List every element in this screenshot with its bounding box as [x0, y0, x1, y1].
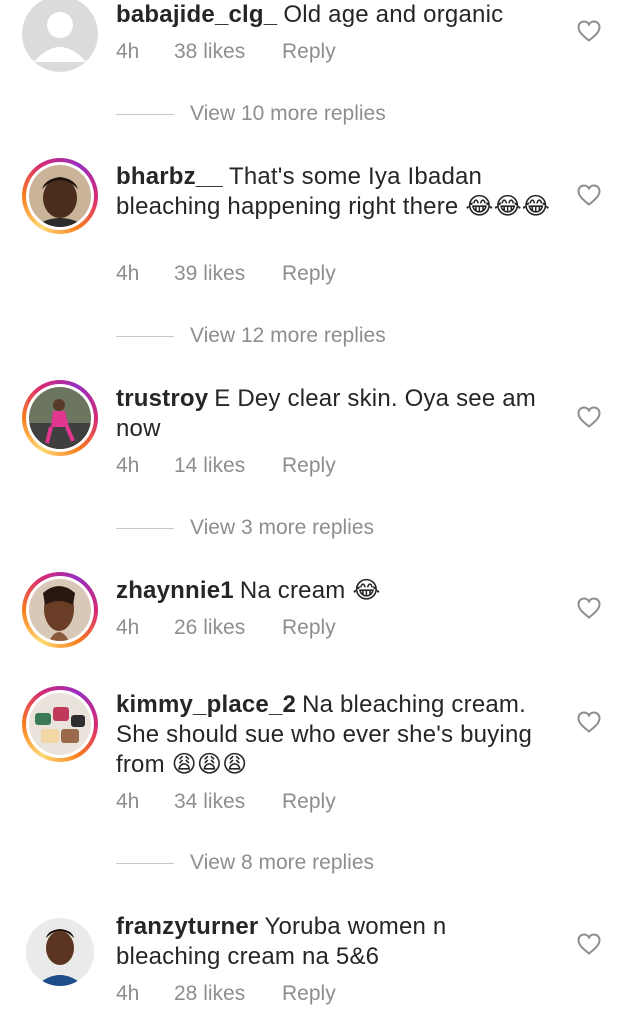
comment-body: babajide_clg_ Old age and organic [116, 0, 556, 30]
replies-divider [116, 862, 174, 864]
view-replies-button[interactable]: View 12 more replies [116, 321, 386, 351]
comment-username[interactable]: bharbz__ [116, 163, 223, 190]
comment-body: bharbz__ That's some Iya Ibadan bleaching… [116, 162, 556, 222]
avatar[interactable] [22, 380, 98, 456]
comment-time: 4h [116, 616, 140, 639]
comment-time: 4h [116, 40, 140, 63]
profile-photo [29, 693, 91, 755]
heart-outline-icon [577, 933, 601, 955]
reply-button[interactable]: Reply [282, 262, 336, 286]
like-button[interactable] [577, 711, 601, 733]
comment-body: zhaynnie1 Na cream 😂 [116, 576, 556, 606]
comment-body: kimmy_place_2 Na bleaching cream. She sho… [116, 690, 556, 780]
heart-outline-icon [577, 184, 601, 206]
profile-photo [29, 165, 91, 227]
comment-time: 4h [116, 262, 140, 285]
like-button[interactable] [577, 20, 601, 42]
comment-body: trustroy E Dey clear skin. Oya see am now [116, 384, 556, 444]
comment-meta: 4h 34 likes Reply [116, 790, 336, 814]
avatar[interactable] [22, 0, 98, 72]
replies-divider [116, 527, 174, 529]
heart-outline-icon [577, 406, 601, 428]
avatar[interactable] [22, 572, 98, 648]
profile-photo [29, 579, 91, 641]
view-replies-label: View 8 more replies [190, 851, 375, 874]
replies-divider [116, 113, 174, 115]
profile-photo [26, 918, 94, 986]
comment-meta: 4h 39 likes Reply [116, 262, 336, 286]
comment-username[interactable]: kimmy_place_2 [116, 691, 296, 718]
comment-likes[interactable]: 39 likes [174, 262, 282, 286]
heart-outline-icon [577, 20, 601, 42]
comment-likes[interactable]: 26 likes [174, 616, 282, 640]
view-replies-button[interactable]: View 10 more replies [116, 99, 386, 129]
profile-photo [29, 387, 91, 449]
comment-meta: 4h 28 likes Reply [116, 982, 336, 1006]
comment-username[interactable]: franzyturner [116, 913, 258, 940]
comments-list: babajide_clg_ Old age and organic 4h 38 li… [0, 0, 638, 1024]
like-button[interactable] [577, 184, 601, 206]
comment-likes[interactable]: 34 likes [174, 790, 282, 814]
comment-username[interactable]: trustroy [116, 385, 208, 412]
reply-button[interactable]: Reply [282, 982, 336, 1006]
comment-meta: 4h 38 likes Reply [116, 40, 336, 64]
comment-username[interactable]: babajide_clg_ [116, 1, 277, 28]
view-replies-label: View 3 more replies [190, 516, 375, 539]
view-replies-label: View 12 more replies [190, 324, 386, 347]
avatar[interactable] [22, 914, 98, 990]
view-replies-label: View 10 more replies [190, 102, 386, 125]
comment-time: 4h [116, 454, 140, 477]
default-avatar-icon [22, 0, 98, 72]
reply-button[interactable]: Reply [282, 616, 336, 640]
comment-likes[interactable]: 14 likes [174, 454, 282, 478]
replies-divider [116, 335, 174, 337]
like-button[interactable] [577, 933, 601, 955]
avatar[interactable] [22, 686, 98, 762]
comment-text: Na cream 😂 [239, 577, 381, 604]
heart-outline-icon [577, 597, 601, 619]
comment-username[interactable]: zhaynnie1 [116, 577, 234, 604]
comment-meta: 4h 26 likes Reply [116, 616, 336, 640]
like-button[interactable] [577, 597, 601, 619]
reply-button[interactable]: Reply [282, 454, 336, 478]
reply-button[interactable]: Reply [282, 790, 336, 814]
comment-likes[interactable]: 38 likes [174, 40, 282, 64]
heart-outline-icon [577, 711, 601, 733]
reply-button[interactable]: Reply [282, 40, 336, 64]
view-replies-button[interactable]: View 3 more replies [116, 513, 374, 543]
comment-body: franzyturner Yoruba women n bleaching cre… [116, 912, 556, 972]
avatar[interactable] [22, 158, 98, 234]
view-replies-button[interactable]: View 8 more replies [116, 848, 374, 878]
comment-time: 4h [116, 982, 140, 1005]
comment-meta: 4h 14 likes Reply [116, 454, 336, 478]
comment-likes[interactable]: 28 likes [174, 982, 282, 1006]
comment-time: 4h [116, 790, 140, 813]
like-button[interactable] [577, 406, 601, 428]
comment-text: Old age and organic [283, 1, 504, 28]
